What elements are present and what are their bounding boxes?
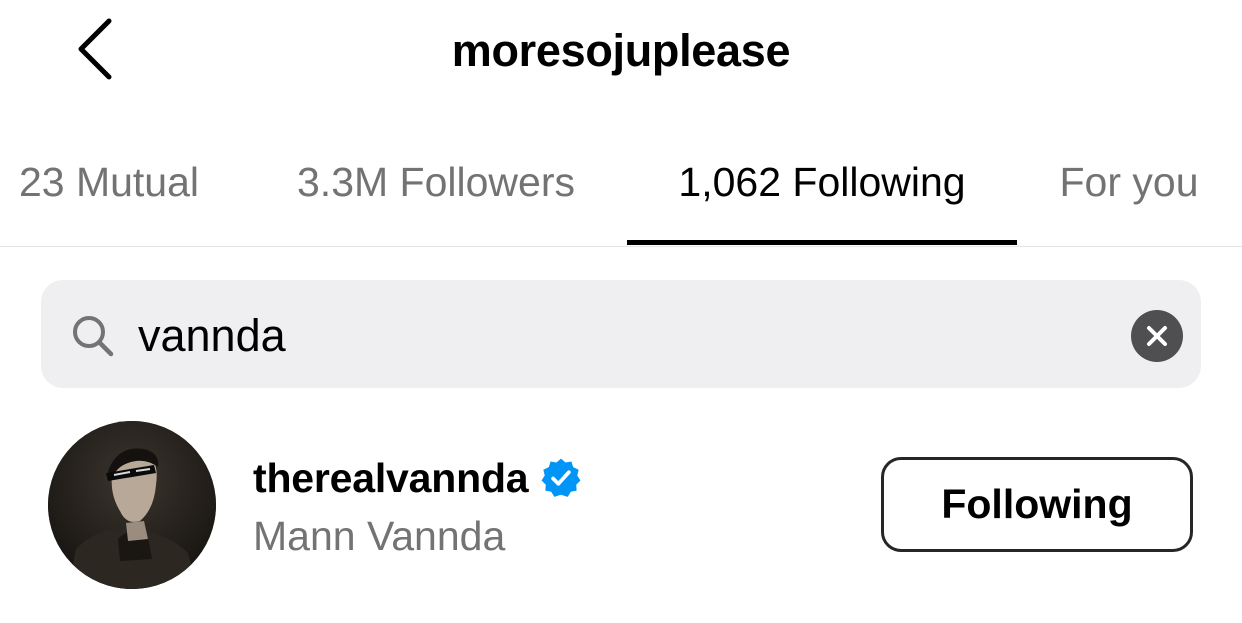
tab-followers[interactable]: 3.3M Followers bbox=[262, 150, 610, 246]
profile-photo bbox=[48, 421, 216, 589]
username-row[interactable]: therealvannda bbox=[253, 452, 582, 504]
tab-for-you[interactable]: For you bbox=[1040, 150, 1218, 246]
tab-bar: 23 Mutual 3.3M Followers 1,062 Following… bbox=[0, 150, 1242, 247]
tab-mutual[interactable]: 23 Mutual bbox=[0, 150, 218, 246]
search-input[interactable] bbox=[138, 304, 1098, 368]
page-title: moresojuplease bbox=[451, 25, 791, 76]
avatar[interactable] bbox=[48, 421, 216, 589]
tab-following[interactable]: 1,062 Following bbox=[627, 150, 1017, 246]
following-button[interactable]: Following bbox=[881, 457, 1193, 552]
full-name: Mann Vannda bbox=[253, 513, 506, 559]
clear-icon bbox=[1147, 326, 1167, 346]
clear-search-button[interactable] bbox=[1131, 310, 1183, 362]
list-item[interactable]: therealvannda Mann Vannda Following bbox=[0, 412, 1242, 602]
verified-badge-icon bbox=[541, 458, 581, 497]
active-tab-indicator bbox=[627, 240, 1017, 245]
username: therealvannda bbox=[253, 455, 529, 501]
search-icon bbox=[73, 316, 114, 357]
